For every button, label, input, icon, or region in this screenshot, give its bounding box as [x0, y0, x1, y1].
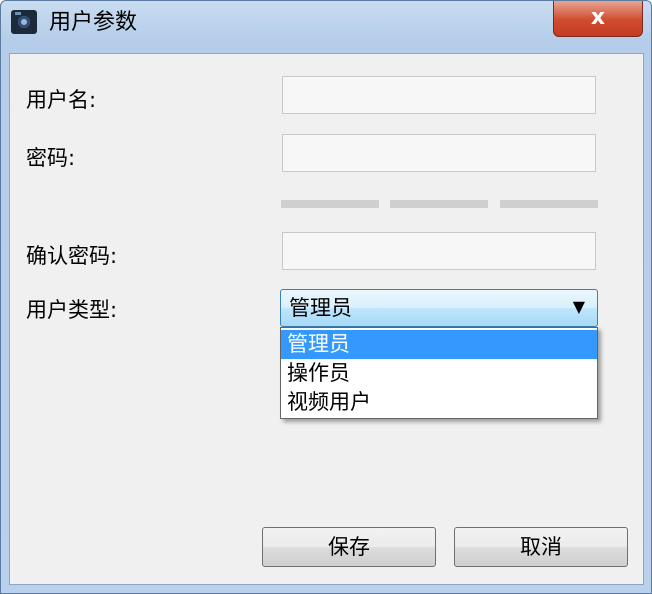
close-icon: x	[590, 5, 606, 30]
user-type-option-video-user[interactable]: 视频用户	[281, 388, 597, 417]
user-type-dropdown-list: 管理员 操作员 视频用户	[280, 327, 598, 419]
window-title: 用户参数	[49, 10, 138, 35]
user-type-option-admin[interactable]: 管理员	[281, 330, 597, 359]
cancel-button[interactable]: 取消	[454, 527, 628, 567]
password-label: 密码:	[26, 146, 76, 170]
title-bar: 用户参数 x	[1, 1, 651, 45]
dialog-content: 用户名: 密码: 确认密码: 用户类型: 管理员 ▼ 管理员 操作员 视频用户 …	[9, 53, 644, 585]
save-button[interactable]: 保存	[262, 527, 436, 567]
user-type-select[interactable]: 管理员 ▼	[280, 289, 598, 327]
username-label: 用户名:	[26, 88, 97, 112]
dialog-window: 用户参数 x 用户名: 密码: 确认密码: 用户类型: 管理员 ▼ 管理员 操作…	[0, 0, 652, 594]
camera-icon-top	[15, 12, 21, 15]
camera-icon	[11, 10, 37, 34]
confirm-password-field[interactable]	[282, 232, 596, 270]
close-button[interactable]: x	[553, 1, 643, 37]
confirm-password-label: 确认密码:	[26, 244, 118, 268]
user-type-option-operator[interactable]: 操作员	[281, 359, 597, 388]
password-strength-medium	[390, 200, 488, 208]
username-field[interactable]	[282, 76, 596, 114]
camera-icon-lens	[18, 16, 30, 28]
chevron-down-icon: ▼	[572, 297, 585, 316]
password-strength-strong	[500, 200, 598, 208]
user-type-selected-value: 管理员	[289, 296, 352, 320]
password-field[interactable]	[282, 134, 596, 172]
user-type-label: 用户类型:	[26, 298, 118, 322]
password-strength-weak	[281, 200, 379, 208]
